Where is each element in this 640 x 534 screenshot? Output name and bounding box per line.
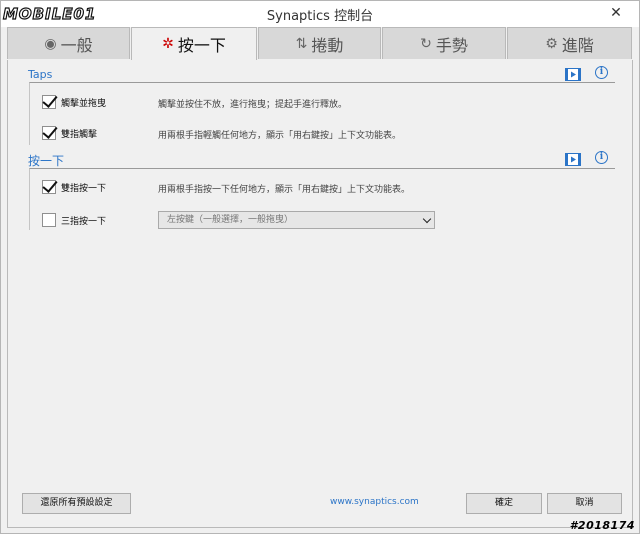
tab-label: 按一下 xyxy=(177,36,226,55)
restore-defaults-button[interactable]: 還原所有預設設定 xyxy=(22,493,131,514)
tab-advanced[interactable]: ⚙ 進階 xyxy=(507,27,632,59)
video-demo-icon[interactable] xyxy=(565,66,581,81)
close-icon[interactable]: ✕ xyxy=(607,4,625,22)
option-two-finger-click[interactable]: 雙指按一下 xyxy=(42,179,106,195)
select-value: 左按鍵（一般選擇，一般拖曳） xyxy=(167,215,294,225)
ok-button[interactable]: 確定 xyxy=(466,493,542,514)
synaptics-link[interactable]: www.synaptics.com xyxy=(330,497,419,507)
option-three-finger-click[interactable]: 三指按一下 xyxy=(42,212,106,228)
two-finger-click-checkbox[interactable] xyxy=(42,180,56,194)
cancel-button[interactable]: 取消 xyxy=(547,493,622,514)
tab-scroll[interactable]: ⇅ 捲動 xyxy=(258,27,381,59)
section-title-click: 按一下 xyxy=(28,154,65,168)
video-demo-icon[interactable] xyxy=(565,151,581,166)
two-finger-tap-checkbox[interactable] xyxy=(42,126,56,140)
tab-label: 進階 xyxy=(561,35,594,55)
option-label: 雙指觸擊 xyxy=(61,129,98,140)
three-finger-action-select[interactable]: 左按鍵（一般選擇，一般拖曳） xyxy=(158,211,435,229)
tab-label: 一般 xyxy=(60,35,93,55)
chevron-down-icon xyxy=(422,214,432,224)
synaptics-window: MOBILE01 Synaptics 控制台 ✕ ◉ 一般 ✲ 按一下 ⇅ 捲動… xyxy=(0,0,640,534)
window-title: Synaptics 控制台 xyxy=(266,9,374,24)
option-description: 用兩根手指輕觸任何地方，顯示「用右鍵按」上下文功能表。 xyxy=(158,131,402,141)
option-description: 用兩根手指按一下任何地方，顯示「用右鍵按」上下文功能表。 xyxy=(158,185,411,195)
tab-label: 手勢 xyxy=(435,35,468,55)
info-icon[interactable]: i xyxy=(595,151,608,164)
tab-gestures[interactable]: ↻ 手勢 xyxy=(382,27,506,59)
option-label: 雙指按一下 xyxy=(61,183,107,194)
watermark-id: #2018174 xyxy=(569,519,635,532)
tab-general[interactable]: ◉ 一般 xyxy=(7,27,130,59)
gear-icon: ⚙ xyxy=(545,35,558,52)
tap-sparkle-icon: ✲ xyxy=(162,36,174,52)
option-label: 觸擊並拖曳 xyxy=(61,98,107,109)
tab-click[interactable]: ✲ 按一下 xyxy=(131,27,257,60)
section-title-taps: Taps xyxy=(28,68,53,81)
touchpad-icon: ◉ xyxy=(44,35,57,52)
scroll-arrows-icon: ⇅ xyxy=(295,35,308,52)
option-label: 三指按一下 xyxy=(61,216,107,227)
gesture-icon: ↻ xyxy=(420,35,432,52)
three-finger-click-checkbox[interactable] xyxy=(42,213,56,227)
info-icon[interactable]: i xyxy=(595,66,608,79)
option-description: 觸擊並按住不放，進行拖曳；提起手進行釋放。 xyxy=(158,100,348,110)
tap-drag-checkbox[interactable] xyxy=(42,95,56,109)
option-tap-drag[interactable]: 觸擊並拖曳 xyxy=(42,94,106,110)
title-bar: MOBILE01 Synaptics 控制台 ✕ xyxy=(1,1,639,27)
tab-bar: ◉ 一般 ✲ 按一下 ⇅ 捲動 ↻ 手勢 ⚙ 進階 xyxy=(7,27,633,60)
option-two-finger-tap[interactable]: 雙指觸擊 xyxy=(42,125,97,141)
tab-label: 捲動 xyxy=(311,35,344,55)
click-settings-panel: Taps i 觸擊並拖曳 觸擊並按住不放，進行拖曳；提起手進行釋放。 雙指觸擊 … xyxy=(7,60,633,528)
